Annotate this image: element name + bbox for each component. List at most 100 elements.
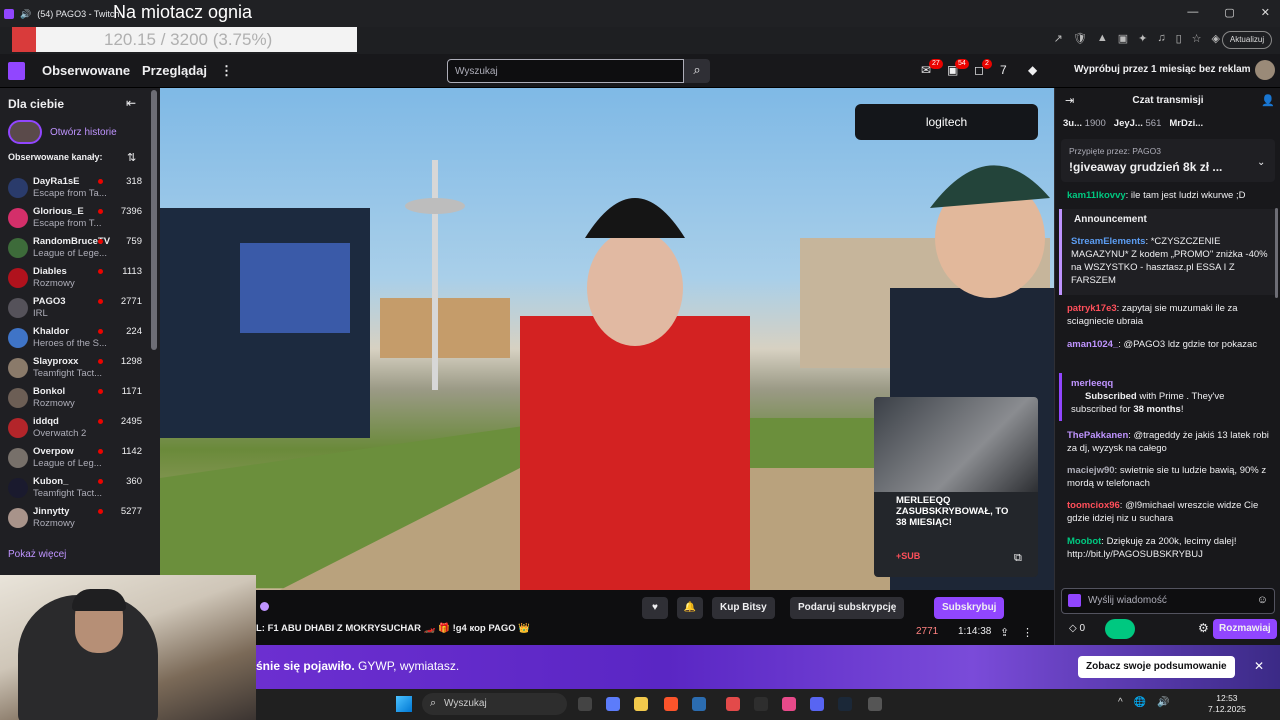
user-avatar[interactable] [1255,60,1275,80]
notifications-icon[interactable]: ◻ 2 [974,59,992,77]
chat-username[interactable]: ThePakkanen [1067,430,1128,441]
sidebar-channel[interactable]: RandomBruceTV League of Lege... 759 [8,234,153,262]
vpn-icon[interactable]: ◈ [1212,32,1220,45]
chat-badge-icon[interactable] [1068,594,1081,607]
close-icon[interactable]: ✕ [1254,659,1264,673]
sidebar-channel[interactable]: Glorious_E Escape from T... 7396 [8,204,153,232]
chevron-up-icon[interactable]: ^ [1118,697,1123,708]
share-icon[interactable]: ⇪ [1000,626,1009,639]
app-icon[interactable] [692,697,706,711]
follow-heart-icon[interactable]: ♥ [642,597,668,619]
show-more-link[interactable]: Pokaż więcej [8,549,66,560]
brave-shield-icon[interactable]: 🛡 [1073,32,1087,45]
copilot-icon[interactable] [606,697,620,711]
sidebar-channel[interactable]: Khaldor Heroes of the S... 224 [8,324,153,352]
search-icon[interactable]: ⌕ [684,59,710,83]
pinned-text: !giveaway grudzień 8k zł ... [1069,160,1223,174]
recap-button[interactable]: Zobacz swoje podsumowanie [1078,656,1235,678]
pinned-message[interactable]: Przypięte przez: PAGO3 !giveaway grudzie… [1061,139,1275,182]
bits-icon[interactable]: ◆ [1028,63,1037,77]
subscribe-button[interactable]: Subskrybuj [934,597,1005,619]
music-icon[interactable]: ♫ [1157,32,1165,45]
app-icon[interactable] [868,697,882,711]
channel-points[interactable]: ◇ 0 [1069,623,1085,634]
sidebar-scrollbar[interactable] [151,90,157,350]
extension-icon[interactable]: ▣ [1118,32,1128,45]
inbox-icon[interactable]: ✉ 27 [921,59,943,77]
chat-username[interactable]: Moobot [1067,536,1101,547]
extension-7tv-icon[interactable]: 7 [1000,63,1007,77]
explorer-icon[interactable] [634,697,648,711]
rewards-icon[interactable]: ▲ [1097,32,1108,45]
more-options-icon[interactable]: ⋮ [1022,626,1033,639]
obs-icon[interactable] [754,697,768,711]
chat-username[interactable]: merleeqq [1071,378,1113,389]
points-claim-button[interactable] [1105,619,1135,639]
update-button[interactable]: Aktualizuj [1222,31,1272,49]
channel-name: Jinnytty [33,506,70,517]
sidebar-channel[interactable]: Bonkol Rozmowy 1171 [8,384,153,412]
audio-icon[interactable]: 🔊 [20,9,31,20]
leaderboard-entry[interactable]: JeyJ... 561 [1114,118,1162,129]
chat-send-button[interactable]: Rozmawiaj [1213,619,1277,639]
goal-progress-bar: 120.15 / 3200 (3.75%) [12,27,357,52]
nav-browse[interactable]: Przeglądaj [142,63,207,78]
channel-name: DayRa1sE [33,176,80,187]
sidebar-channel[interactable]: Kubon_ Teamfight Tact... 360 [8,474,153,502]
chat-username[interactable]: toomciox96 [1067,500,1120,511]
sidebar-channel[interactable]: Jinnytty Rozmowy 5277 [8,504,153,532]
search-input[interactable]: Wyszukaj [447,59,684,83]
taskbar-search[interactable]: ⌕ Wyszukaj [422,693,567,715]
chat-username[interactable]: patryk17e3 [1067,303,1117,314]
task-view-icon[interactable] [578,697,592,711]
browser-icon[interactable] [726,697,740,711]
minimize-icon[interactable]: — [1187,6,1198,19]
sub-notice-subscribed: Subscribed [1085,391,1137,402]
volume-icon[interactable]: 🔊 [1157,697,1169,708]
app-icon[interactable] [782,697,796,711]
channel-avatar [8,388,28,408]
sidebar-channel[interactable]: Slayproxx Teamfight Tact... 1298 [8,354,153,382]
emote-icon[interactable]: ☺ [1257,594,1268,606]
twitch-logo-icon[interactable] [8,62,25,80]
leaderboard-entry[interactable]: MrDzi... [1169,118,1203,129]
puzzle-icon[interactable]: ✦ [1138,32,1147,45]
notification-bell-icon[interactable]: 🔔 [677,597,703,619]
collapse-sidebar-icon[interactable]: ⇤ [126,96,136,110]
maximize-icon[interactable]: ▢ [1224,6,1234,19]
chevron-down-icon[interactable]: ⌄ [1257,157,1265,168]
ad-free-promo[interactable]: Wypróbuj przez 1 miesiąc bez reklam [1074,64,1251,75]
stories-button[interactable]: Otwórz historie [8,120,117,144]
nav-following[interactable]: Obserwowane [42,63,130,78]
sidebar-channel[interactable]: DayRa1sE Escape from Ta... 318 [8,174,153,202]
discord-icon[interactable] [810,697,824,711]
steam-icon[interactable] [838,697,852,711]
sidebar-channel[interactable]: iddqd Overwatch 2 2495 [8,414,153,442]
gear-icon[interactable]: ⚙ [1198,621,1209,635]
chat-username[interactable]: kam11lkovvy [1067,190,1126,201]
brave-icon[interactable] [664,697,678,711]
network-icon[interactable]: 🌐 [1134,697,1146,708]
sidebar-channel[interactable]: PAGO3 IRL 2771 [8,294,153,322]
sidebar-icon[interactable]: ▯ [1176,32,1182,45]
sort-icon[interactable]: ⇅ [127,151,136,164]
chat-users-icon[interactable]: 👤 [1261,94,1275,107]
more-menu-icon[interactable]: ⋮ [220,63,233,79]
buy-bits-button[interactable]: Kup Bitsy [712,597,775,619]
chat-username[interactable]: StreamElements [1071,236,1145,247]
sidebar-channel[interactable]: Overpow League of Leg... 1142 [8,444,153,472]
taskbar-clock[interactable]: 12:53 7.12.2025 [1208,693,1246,715]
chat-username[interactable]: maciejw90 [1067,465,1115,476]
gift-sub-button[interactable]: Podaruj subskrypcję [790,597,905,619]
chat-input[interactable]: Wyślij wiadomość ☺ [1061,588,1275,614]
close-icon[interactable]: ✕ [1261,6,1270,19]
leaderboard-entry[interactable]: 3u... 1900 [1063,118,1106,129]
chat-scrollbar[interactable] [1275,208,1278,298]
start-icon[interactable] [396,696,412,712]
viewer-count: 2771 [916,626,939,637]
share-icon[interactable]: ↗ [1054,32,1063,45]
bookmark-icon[interactable]: ☆ [1192,32,1202,45]
sidebar-channel[interactable]: Diables Rozmowy 1113 [8,264,153,292]
whispers-icon[interactable]: ▣ 54 [947,59,969,77]
chat-username[interactable]: aman1024_ [1067,339,1118,350]
